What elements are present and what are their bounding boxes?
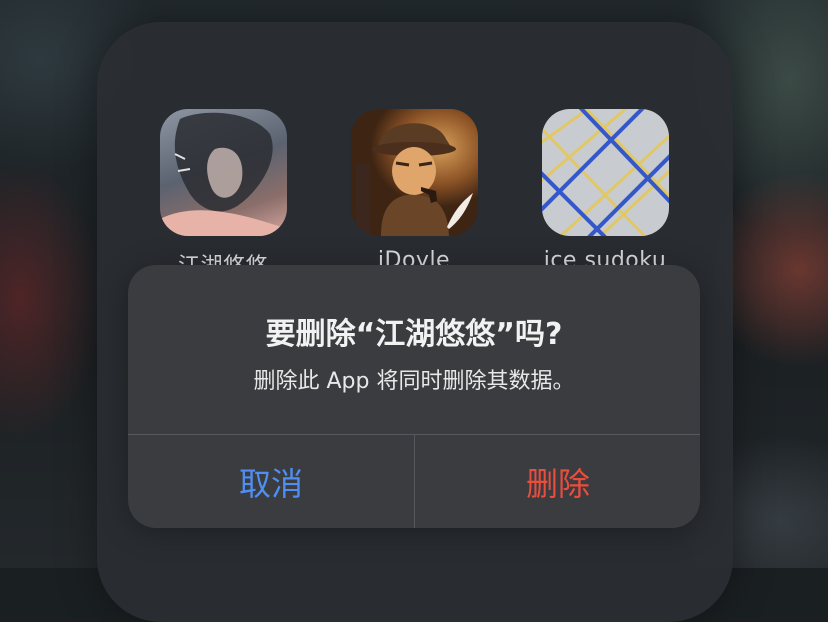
delete-app-alert: 要删除“江湖悠悠”吗? 删除此 App 将同时删除其数据。 取消 删除: [128, 265, 700, 528]
app-ice-sudoku[interactable]: ice sudoku: [525, 109, 685, 273]
alert-message: 删除此 App 将同时删除其数据。: [253, 369, 575, 394]
alert-title: 要删除“江湖悠悠”吗?: [265, 317, 563, 352]
delete-button[interactable]: 删除: [415, 435, 700, 528]
cancel-button[interactable]: 取消: [128, 435, 414, 528]
app-jianghu[interactable]: 江湖悠悠: [143, 109, 303, 280]
jianghu-app-icon[interactable]: [159, 109, 287, 236]
app-idoyle[interactable]: iDoyle: [334, 109, 494, 273]
idoyle-app-icon[interactable]: [350, 109, 478, 236]
ice-sudoku-app-icon[interactable]: [541, 109, 669, 236]
